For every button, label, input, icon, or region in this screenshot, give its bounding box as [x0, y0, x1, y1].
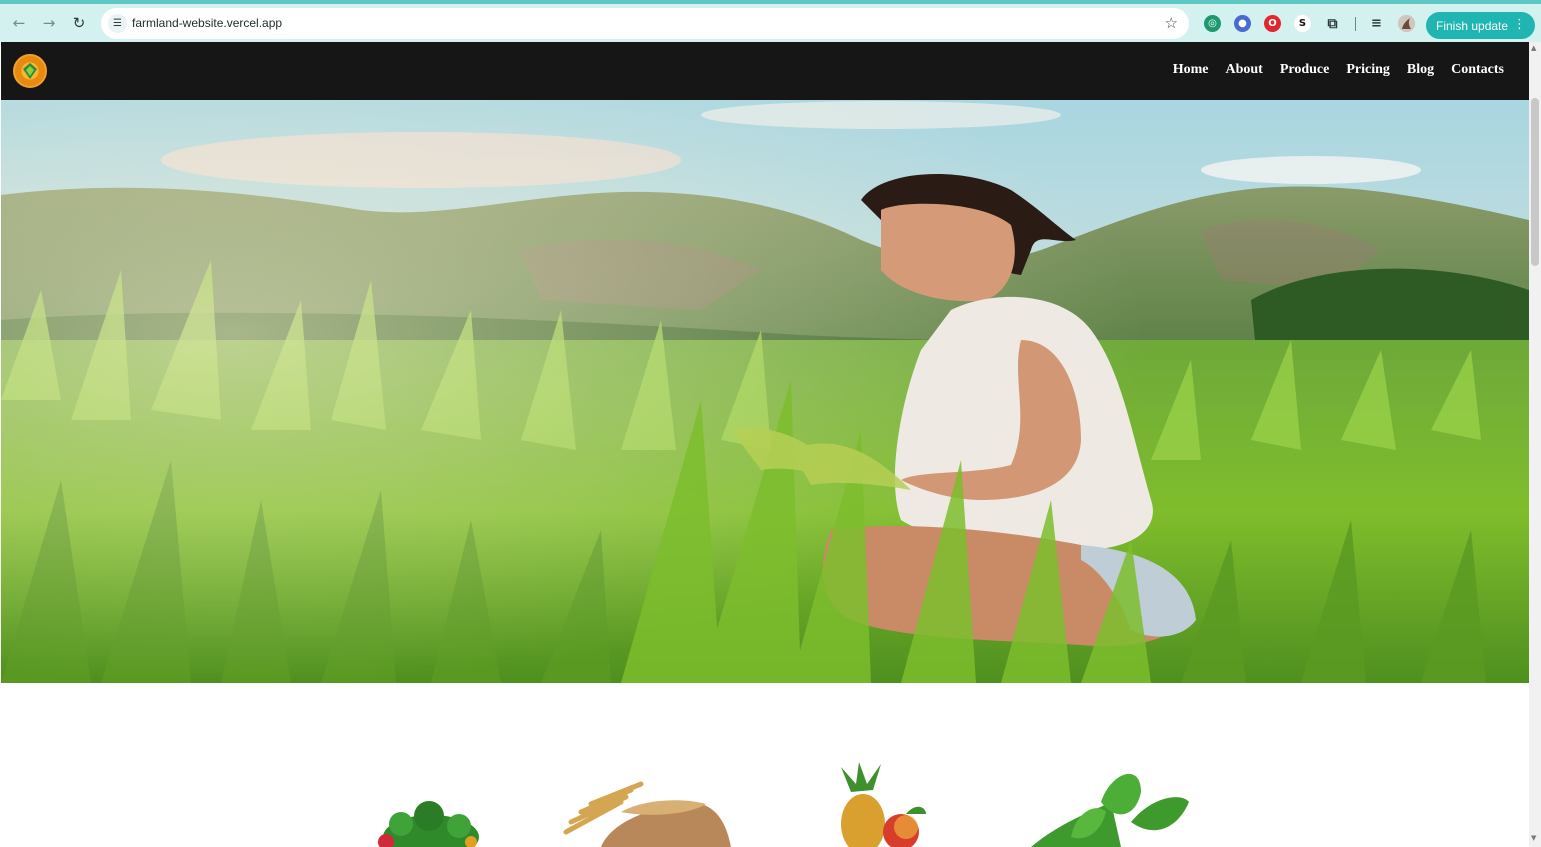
products-strip	[1, 742, 1529, 847]
hero-photo	[1, 100, 1529, 683]
forward-button[interactable]: →	[38, 12, 60, 34]
site-info-icon[interactable]: ☰	[108, 14, 127, 33]
vpn-icon[interactable]: ●	[1234, 15, 1251, 32]
main-nav: Home About Produce Pricing Blog Contacts	[1173, 62, 1504, 78]
scroll-up-icon[interactable]: ▲	[1531, 44, 1536, 52]
site-header: Home About Produce Pricing Blog Contacts	[1, 42, 1529, 100]
browser-toolbar: ← → ↻ ☰ farmland-website.vercel.app ☆ ◎ …	[0, 4, 1541, 42]
leaf-logo-icon	[23, 63, 37, 79]
finish-update-button[interactable]: Finish update ⋮	[1426, 12, 1535, 39]
hero-image	[1, 100, 1529, 683]
nav-contacts[interactable]: Contacts	[1451, 62, 1504, 78]
scroll-thumb[interactable]	[1531, 98, 1539, 266]
site-logo[interactable]	[13, 54, 47, 88]
media-icon[interactable]: ≡	[1368, 15, 1385, 32]
s-icon[interactable]: S	[1294, 15, 1311, 32]
nav-about[interactable]: About	[1225, 62, 1262, 78]
vegetables-image	[378, 801, 479, 847]
fruits-image	[841, 762, 926, 847]
reload-button[interactable]: ↻	[68, 12, 90, 34]
url-text[interactable]: farmland-website.vercel.app	[132, 16, 282, 30]
page-scrollbar[interactable]: ▲ ▼	[1529, 42, 1541, 847]
page-viewport: Home About Produce Pricing Blog Contacts	[1, 42, 1529, 847]
nav-home[interactable]: Home	[1173, 62, 1209, 78]
leafy-greens-image	[1031, 773, 1189, 847]
nav-blog[interactable]: Blog	[1407, 62, 1434, 78]
chatgpt-icon[interactable]: ◎	[1204, 15, 1221, 32]
grain-sack-image	[563, 781, 731, 847]
nav-produce[interactable]: Produce	[1280, 62, 1330, 78]
puzzle-icon[interactable]: ⧉	[1324, 15, 1341, 32]
more-icon: ⋮	[1513, 17, 1526, 32]
nav-pricing[interactable]: Pricing	[1346, 62, 1390, 78]
address-bar[interactable]: ☰ farmland-website.vercel.app ☆	[101, 8, 1189, 39]
product-images	[378, 762, 1189, 847]
finish-update-label: Finish update	[1436, 18, 1509, 33]
profile-avatar[interactable]	[1398, 15, 1415, 32]
back-button[interactable]: ←	[8, 12, 30, 34]
scroll-down-icon[interactable]: ▼	[1531, 834, 1536, 842]
opera-icon[interactable]: O	[1264, 15, 1281, 32]
avatar-image	[1398, 15, 1415, 32]
toolbar-divider	[1355, 17, 1356, 31]
bookmark-star-icon[interactable]: ☆	[1165, 14, 1178, 32]
